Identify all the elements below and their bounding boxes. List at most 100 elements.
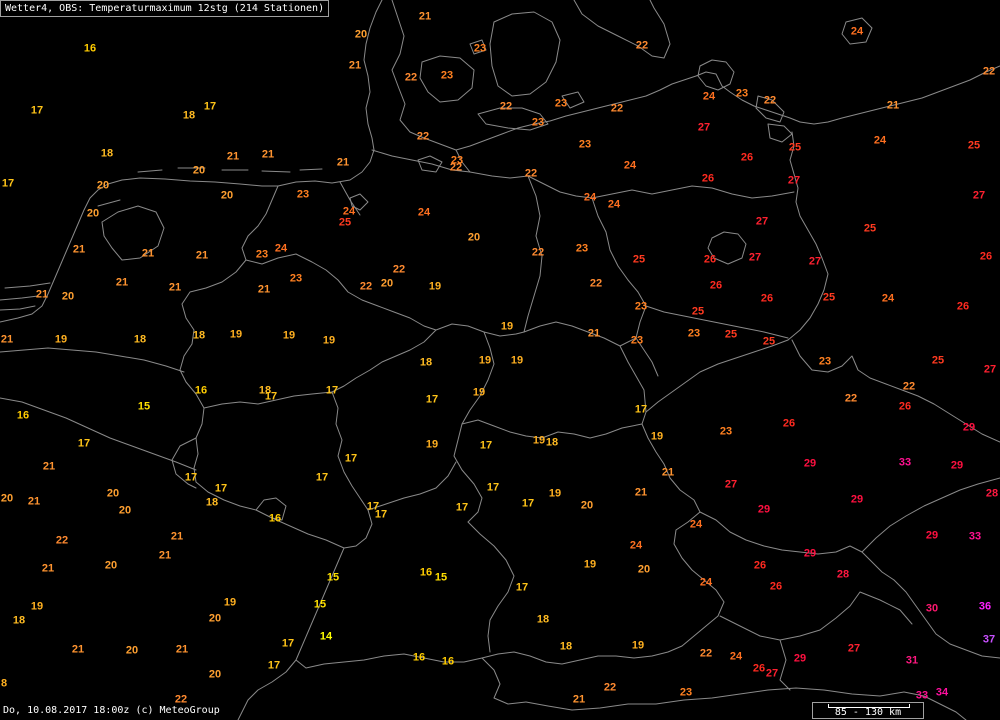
station-temperature: 17 <box>315 471 329 484</box>
station-temperature: 20 <box>125 644 139 657</box>
station-temperature: 21 <box>348 59 362 72</box>
station-temperature: 20 <box>580 499 594 512</box>
station-temperature: 19 <box>631 639 645 652</box>
station-temperature: 18 <box>559 640 573 653</box>
station-temperature: 25 <box>931 354 945 367</box>
station-temperature: 21 <box>158 549 172 562</box>
station-temperature: 15 <box>137 400 151 413</box>
station-temperature: 17 <box>267 659 281 672</box>
station-temperature: 19 <box>54 333 68 346</box>
station-temperature: 22 <box>635 39 649 52</box>
station-temperature: 25 <box>691 305 705 318</box>
station-temperature: 22 <box>55 534 69 547</box>
station-temperature: 16 <box>194 384 208 397</box>
station-temperature: 23 <box>473 42 487 55</box>
station-temperature: 24 <box>623 159 637 172</box>
station-temperature: 20 <box>106 487 120 500</box>
station-temperature: 26 <box>740 151 754 164</box>
station-temperature: 25 <box>338 216 352 229</box>
station-temperature: 22 <box>404 71 418 84</box>
station-temperature: 22 <box>844 392 858 405</box>
station-temperature: 17 <box>184 471 198 484</box>
station-temperature: 17 <box>281 637 295 650</box>
station-temperature: 36 <box>978 600 992 613</box>
scale-bar-label: 85 - 130 km <box>834 707 902 718</box>
station-temperature: 26 <box>979 250 993 263</box>
station-temperature: 26 <box>769 580 783 593</box>
station-temperature: 25 <box>762 335 776 348</box>
station-temperature: 21 <box>35 288 49 301</box>
station-temperature: 20 <box>118 504 132 517</box>
station-temperature: 19 <box>472 386 486 399</box>
station-temperature: 21 <box>572 693 586 706</box>
station-temperature: 23 <box>575 242 589 255</box>
station-temperature: 27 <box>787 174 801 187</box>
station-temperature: 27 <box>972 189 986 202</box>
station-temperature: 34 <box>935 686 949 699</box>
station-temperature: 16 <box>441 655 455 668</box>
station-temperature: 27 <box>755 215 769 228</box>
station-temperature: 27 <box>847 642 861 655</box>
station-temperature: 19 <box>322 334 336 347</box>
station-temperature: 15 <box>326 571 340 584</box>
station-temperature: 16 <box>16 409 30 422</box>
station-temperature: 18 <box>545 436 559 449</box>
station-temperature: 16 <box>419 566 433 579</box>
station-temperature: 24 <box>729 650 743 663</box>
station-temperature: 28 <box>985 487 999 500</box>
station-temperature: 17 <box>455 501 469 514</box>
station-temperature: 19 <box>30 600 44 613</box>
scale-bar: 85 - 130 km <box>812 702 924 719</box>
station-temperature: 26 <box>956 300 970 313</box>
station-temperature: 21 <box>661 466 675 479</box>
station-temperature: 17 <box>479 439 493 452</box>
station-temperature: 20 <box>0 492 14 505</box>
station-temperature: 21 <box>257 283 271 296</box>
station-temperature: 23 <box>296 188 310 201</box>
station-temperature: 26 <box>703 253 717 266</box>
station-temperature: 21 <box>587 327 601 340</box>
station-temperature: 21 <box>634 486 648 499</box>
station-temperature: 19 <box>650 430 664 443</box>
station-temperature: 21 <box>115 276 129 289</box>
station-temperature: 29 <box>803 547 817 560</box>
station-temperature: 20 <box>220 189 234 202</box>
station-temperature: 30 <box>925 602 939 615</box>
station-temperature: 27 <box>765 667 779 680</box>
station-temperature: 22 <box>589 277 603 290</box>
station-temperature: 20 <box>208 612 222 625</box>
station-temperature: 17 <box>264 390 278 403</box>
station-temperature: 33 <box>898 456 912 469</box>
timestamp-credit: Do, 10.08.2017 18:00z (c) MeteoGroup <box>3 705 220 716</box>
station-temperature: 24 <box>629 539 643 552</box>
station-temperature: 22 <box>763 94 777 107</box>
station-temperature: 16 <box>268 512 282 525</box>
station-temperature: 23 <box>531 116 545 129</box>
station-temperature: 23 <box>818 355 832 368</box>
station-temperature: 23 <box>630 334 644 347</box>
station-temperature: 19 <box>548 487 562 500</box>
station-temperature: 26 <box>760 292 774 305</box>
station-temperature: 20 <box>380 277 394 290</box>
station-temperature: 21 <box>141 247 155 260</box>
station-temperature: 18 <box>419 356 433 369</box>
station-temperature: 21 <box>41 562 55 575</box>
station-temperature: 23 <box>255 248 269 261</box>
station-temperature: 19 <box>229 328 243 341</box>
station-temperature: 19 <box>223 596 237 609</box>
station-temperature: 17 <box>1 177 15 190</box>
station-temperature: 25 <box>632 253 646 266</box>
station-temperature: 23 <box>634 300 648 313</box>
station-temperature: 24 <box>850 25 864 38</box>
station-temperature: 20 <box>96 179 110 192</box>
station-temperature: 22 <box>699 647 713 660</box>
station-temperature: 17 <box>521 497 535 510</box>
station-temperature: 26 <box>701 172 715 185</box>
station-temperature: 23 <box>719 425 733 438</box>
station-temperature: 27 <box>748 251 762 264</box>
station-temperature: 26 <box>709 279 723 292</box>
station-temperature: 20 <box>208 668 222 681</box>
station-temperature: 18 <box>192 329 206 342</box>
station-temperature: 20 <box>467 231 481 244</box>
station-temperature: 19 <box>428 280 442 293</box>
